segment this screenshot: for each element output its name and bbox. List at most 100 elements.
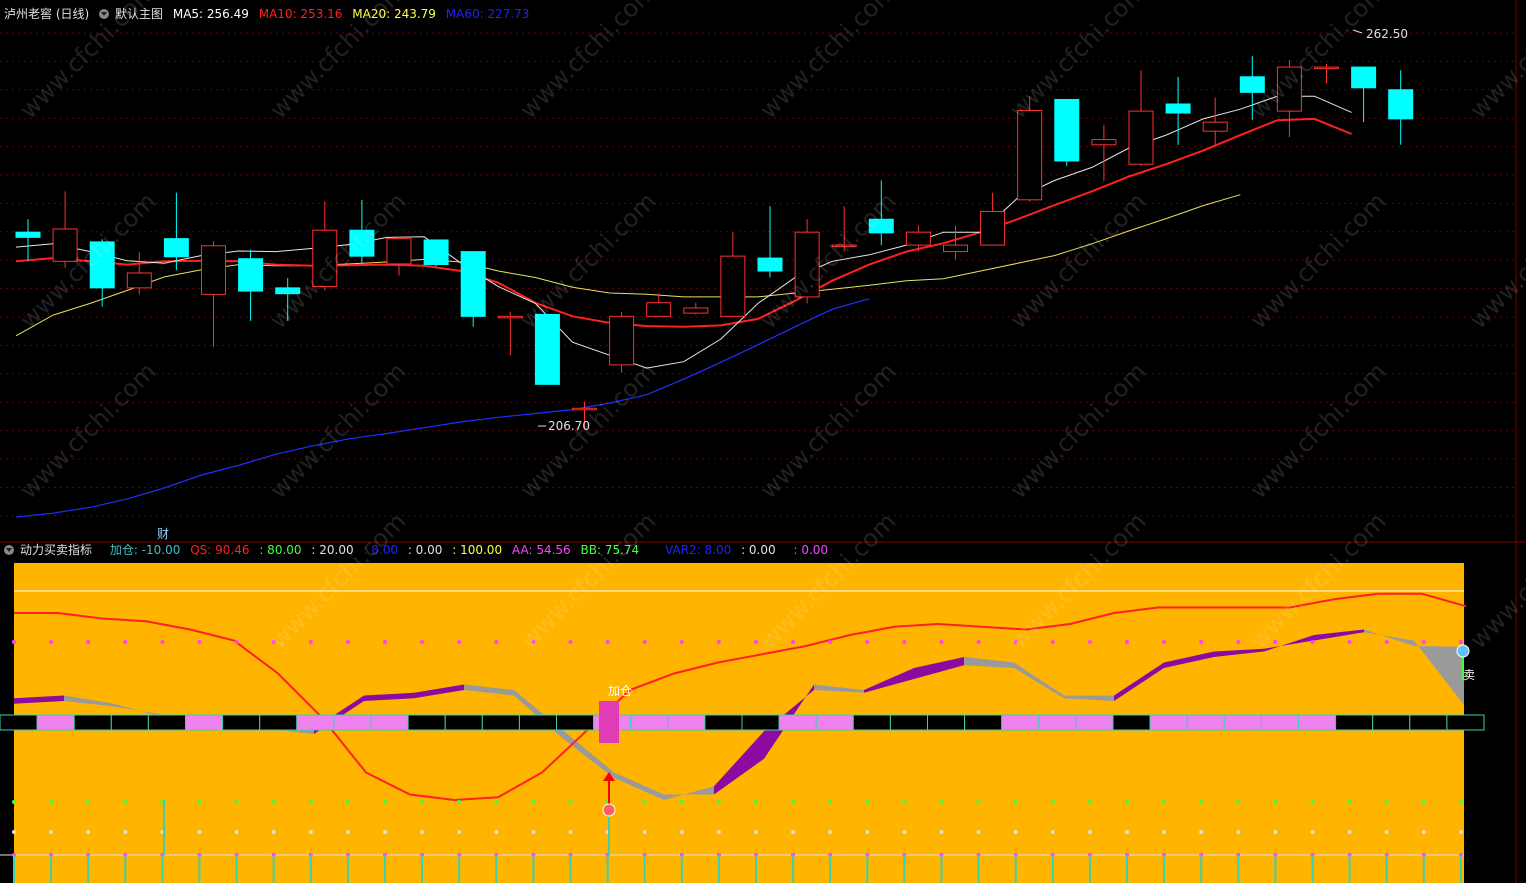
level-dot-20 [1087,800,1092,804]
status-band-cell [481,714,520,731]
candle-body [163,238,189,258]
level-dot-20 [568,800,573,804]
candle-body [609,315,635,366]
candle-body [1351,66,1377,89]
candle-body [1128,110,1154,165]
watermark-text: www.cfchi.com [1244,0,1391,124]
level-dot-20 [420,800,425,804]
level-dot-8 [308,830,313,834]
level-dot-80 [976,640,981,644]
status-band-cell [36,714,75,731]
level-dot-20 [1421,800,1426,804]
level-dot-20 [1347,800,1352,804]
status-band-cell [370,714,409,731]
watermark-text: www.cfchi.com [1464,0,1526,124]
level-dot-80 [1125,640,1129,644]
level-dot-80 [494,640,499,644]
level-dot-8 [1236,830,1241,834]
level-dot-8 [123,830,128,834]
level-dot-80 [1421,640,1426,644]
level-dot-80 [642,640,647,644]
level-dot-80 [865,640,870,644]
level-dot-80 [234,640,239,644]
level-dot-80 [902,640,907,644]
level-dot-20 [197,800,202,804]
candle-body [423,239,449,266]
level-dot-8 [1421,830,1426,834]
watermark-text: www.cfchi.com [514,0,661,124]
status-band-cell [110,714,149,731]
level-dot-80 [345,640,350,644]
status-band-cell [444,714,483,731]
status-band-cell [1372,714,1411,731]
level-dot-80 [1310,640,1315,644]
candle-body [201,245,226,295]
level-dot-20 [86,800,91,804]
sell-signal-label: 卖 [1463,668,1475,682]
level-dot-20 [531,800,536,804]
level-dot-8 [345,830,350,834]
level-dot-8 [1050,830,1055,834]
status-band-cell [1446,714,1485,731]
status-band-cell [778,714,817,731]
cai-marker-label[interactable]: 财 [157,527,169,541]
level-dot-20 [383,800,387,804]
level-dot-20 [865,800,870,804]
status-band-cell [927,714,966,731]
candle-body [1165,103,1191,114]
level-dot-8 [420,830,425,834]
candle-body [15,231,41,238]
candle-body [126,272,152,289]
low-price-label: 206.70 [548,419,590,433]
level-dot-8 [1013,830,1018,834]
level-dot-80 [197,640,202,644]
candle-body [683,307,709,314]
status-band-cell [741,714,780,731]
level-dot-20 [49,800,54,804]
level-dot-20 [494,800,499,804]
level-dot-80 [1050,640,1055,644]
level-dot-20 [976,800,981,804]
status-band-cell [1223,714,1262,731]
status-band-cell [259,714,298,731]
watermark-text: www.cfchi.com [14,0,161,124]
status-band-cell [630,714,669,731]
level-dot-8 [1273,830,1278,834]
level-dot-80 [383,640,387,644]
level-dot-20 [271,800,276,804]
candle-body [720,255,746,317]
level-dot-20 [939,800,944,804]
chart-canvas[interactable]: www.cfchi.com www.cfchi.com www.cfchi.com w… [0,0,1526,883]
level-dot-20 [234,800,239,804]
status-band-cell [333,714,372,731]
level-dot-20 [642,800,647,804]
level-dot-8 [642,830,647,834]
level-dot-8 [49,830,54,834]
status-band-cell [852,714,891,731]
level-dot-80 [605,640,610,644]
candle-body [1388,89,1414,120]
candle-body [460,251,486,317]
level-dot-20 [1199,800,1204,804]
level-dot-8 [1125,830,1129,834]
level-dot-20 [1273,800,1278,804]
status-band-cell [73,714,112,731]
level-dot-80 [160,640,165,644]
candle-body [1017,109,1043,201]
status-band-cell [1149,714,1188,731]
level-dot-20 [1050,800,1055,804]
level-dot-20 [679,800,684,804]
level-dot-8 [679,830,684,834]
candle-body [980,210,1006,246]
level-dot-8 [1458,830,1463,834]
candle-body [943,244,968,253]
level-dot-20 [791,800,796,804]
candle-body [646,302,672,317]
level-dot-8 [383,830,387,834]
status-band-cell [704,714,743,731]
ma60-line [15,298,870,518]
level-dot-20 [457,800,462,804]
level-dot-80 [1087,640,1092,644]
candle-body [238,258,264,292]
status-band-cell [1260,714,1300,731]
